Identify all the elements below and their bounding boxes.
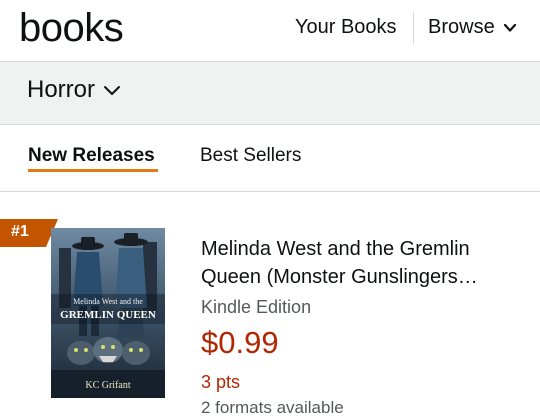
- list-tabs: New Releases Best Sellers: [0, 125, 540, 192]
- book-title-link[interactable]: Melinda West and the Gremlin Queen (Mons…: [201, 235, 521, 291]
- browse-menu-button[interactable]: Browse: [428, 16, 517, 39]
- cover-art: Melinda West and the GREMLIN QUEEN KC Gr…: [51, 228, 165, 398]
- points-label: 3 pts: [201, 372, 241, 392]
- app-header: books Your Books Browse: [0, 0, 540, 62]
- browse-label: Browse: [428, 16, 495, 38]
- genre-selector[interactable]: Horror: [27, 76, 121, 104]
- chevron-down-icon: [104, 86, 121, 95]
- title-line-2: Queen (Monster Gunslingers…: [201, 266, 478, 288]
- rank-badge: [0, 219, 58, 247]
- list-item[interactable]: #1 Melinda West and the GREMLIN QUEEN KC…: [0, 193, 540, 419]
- genre-bar: Horror: [0, 62, 540, 125]
- cover-title: GREMLIN QUEEN: [60, 309, 156, 321]
- chevron-down-icon: [503, 23, 516, 32]
- tab-best-sellers[interactable]: Best Sellers: [200, 145, 301, 167]
- book-cover-image[interactable]: Melinda West and the GREMLIN QUEEN KC Gr…: [51, 228, 165, 398]
- format-label: Kindle Edition: [201, 297, 312, 317]
- nav-divider: [413, 12, 414, 44]
- rank-label: #1: [11, 223, 29, 240]
- genre-label: Horror: [27, 76, 96, 103]
- title-line-1: Melinda West and the Gremlin: [201, 238, 470, 260]
- cover-author: KC Grifant: [85, 380, 130, 391]
- your-books-link[interactable]: Your Books: [295, 16, 397, 39]
- books-logo[interactable]: books: [19, 6, 124, 51]
- tab-new-releases[interactable]: New Releases: [28, 145, 155, 167]
- formats-available-link[interactable]: 2 formats available: [201, 398, 344, 418]
- cover-subtitle: Melinda West and the: [73, 297, 143, 306]
- active-tab-indicator: [28, 169, 158, 172]
- price: $0.99: [201, 325, 279, 360]
